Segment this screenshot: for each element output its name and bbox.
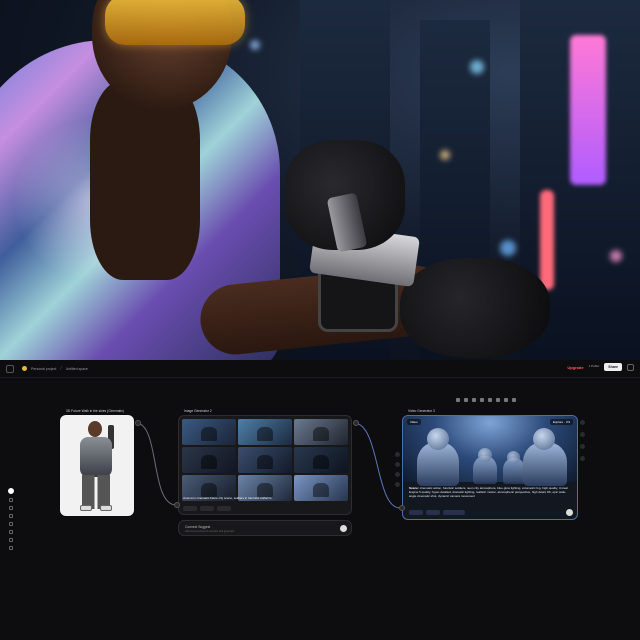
character-legs [82, 475, 110, 509]
connector-line [135, 422, 177, 506]
side-action-icon[interactable] [580, 456, 585, 461]
soldier-helmet [478, 448, 492, 462]
model-select[interactable] [183, 506, 197, 511]
image-caption: cinema in cinematic future city scene, s… [183, 495, 272, 500]
generated-thumbnail[interactable] [182, 419, 236, 445]
node-controls [183, 506, 231, 511]
person-neck [90, 80, 200, 280]
character-image-node[interactable] [60, 415, 134, 516]
side-action-icon[interactable] [580, 432, 585, 437]
gloved-hand [400, 258, 550, 358]
ratio-select[interactable] [200, 506, 214, 511]
duration-select[interactable] [443, 510, 465, 515]
bokeh-light [440, 150, 450, 160]
output-port[interactable] [353, 420, 359, 426]
node-title-character: 3D Future Walk in the skies (Cinematic) [66, 409, 124, 413]
character-boot [100, 505, 112, 511]
video-settings-chip[interactable]: Explore · 3:9 [549, 419, 573, 425]
side-action-icon[interactable] [395, 462, 400, 467]
connector-line [353, 422, 401, 509]
soldier-helmet [533, 428, 555, 450]
generated-thumbnail[interactable] [294, 447, 348, 473]
side-action-icon[interactable] [395, 452, 400, 457]
video-generator-node[interactable]: Video Explore · 3:9 Scene: cinematic act… [402, 415, 578, 520]
generated-thumbnail[interactable] [238, 447, 292, 473]
image-generator-node[interactable]: cinema in cinematic future city scene, s… [178, 415, 352, 515]
input-port[interactable] [174, 502, 180, 508]
soldier-helmet [507, 451, 520, 464]
canvas-app: Personal project / Untitled space Upgrad… [0, 360, 640, 640]
output-port[interactable] [135, 420, 141, 426]
side-action-icon[interactable] [395, 472, 400, 477]
prompt-text: cinematic action, futuristic soldiers, n… [409, 486, 568, 498]
connect-suggest-node[interactable]: Connect Suggest Add a text prompt to con… [178, 520, 352, 536]
submit-arrow-icon[interactable] [340, 525, 347, 532]
count-select[interactable] [217, 506, 231, 511]
node-title-video-generator: Video Generator 3 [408, 409, 435, 413]
screenshot-root: Personal project / Untitled space Upgrad… [0, 0, 640, 640]
bokeh-light [500, 240, 516, 256]
node-title-image-generator: Image Generator 2 [184, 409, 212, 413]
hero-photo [0, 0, 640, 360]
side-action-icon[interactable] [580, 444, 585, 449]
video-preview[interactable]: Video Explore · 3:9 [403, 416, 577, 486]
node-controls [409, 510, 465, 515]
bokeh-light [470, 60, 484, 74]
bokeh-light [610, 250, 622, 262]
character-head [88, 421, 102, 437]
neon-sign [540, 190, 554, 290]
connect-suggest-hint: Add a text prompt to connect and generat… [185, 530, 235, 533]
character-boot [80, 505, 92, 511]
bokeh-light [250, 40, 260, 50]
soldier-helmet [427, 428, 449, 450]
neon-sign [570, 35, 606, 185]
connect-suggest-label: Connect Suggest [185, 525, 211, 529]
video-prompt[interactable]: Scene: cinematic action, futuristic sold… [409, 486, 573, 498]
video-type-chip: Video [407, 419, 421, 425]
side-action-icon[interactable] [395, 482, 400, 487]
generate-arrow-icon[interactable] [566, 509, 573, 516]
amber-goggles [105, 0, 245, 45]
quality-select[interactable] [426, 510, 440, 515]
character-body [80, 437, 112, 477]
input-port[interactable] [399, 505, 405, 511]
model-select[interactable] [409, 510, 423, 515]
side-action-icon[interactable] [580, 420, 585, 425]
generated-thumbnail[interactable] [182, 447, 236, 473]
generated-thumbnail[interactable] [294, 419, 348, 445]
generated-thumbnail[interactable] [238, 419, 292, 445]
generated-image-grid [182, 419, 348, 501]
